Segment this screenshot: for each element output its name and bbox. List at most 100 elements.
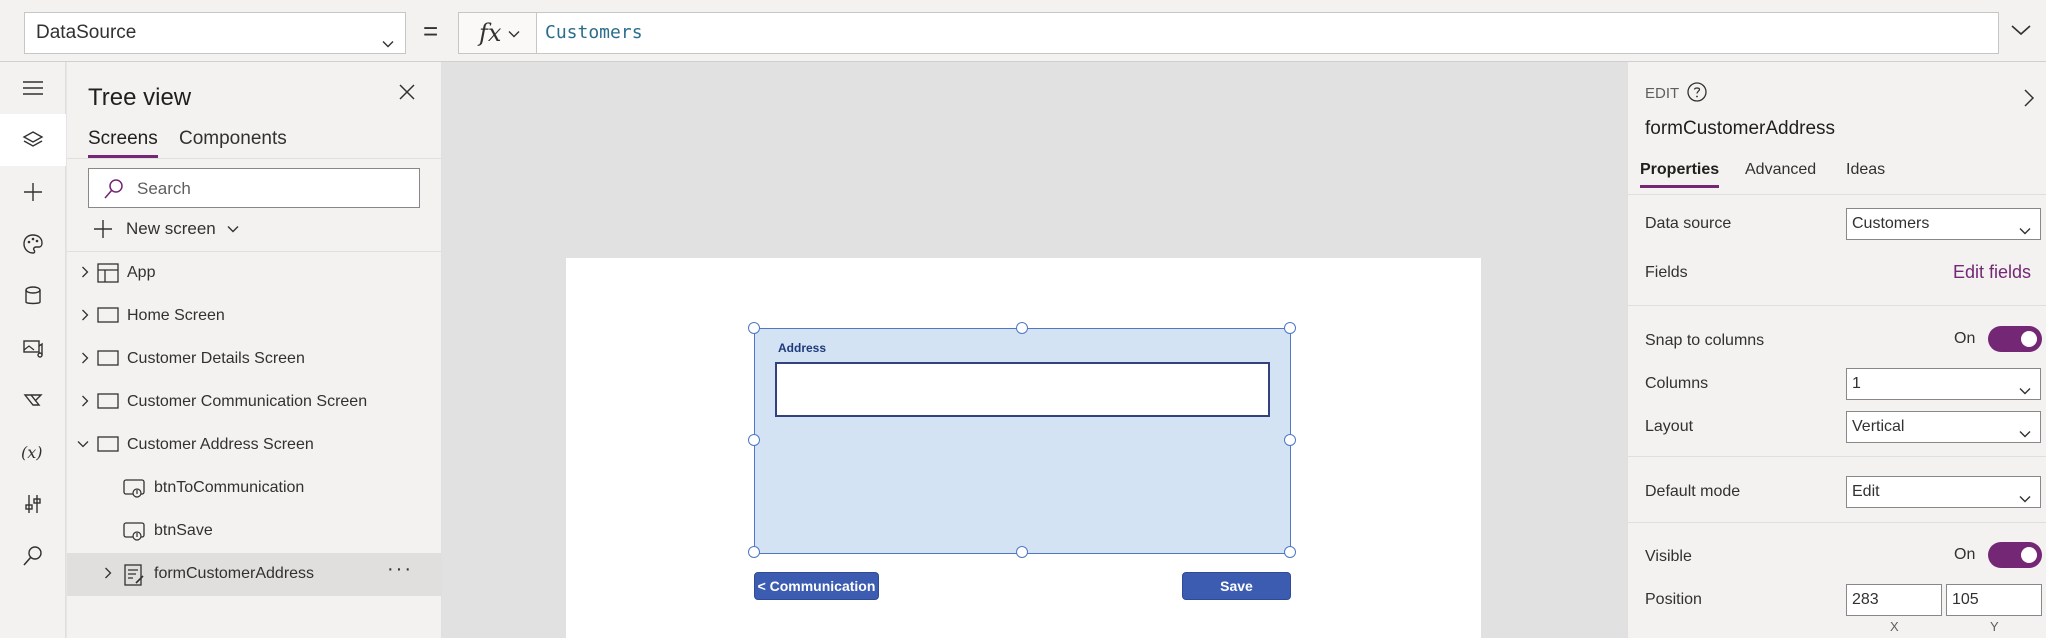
tab-ideas[interactable]: Ideas: [1846, 161, 1885, 185]
tree-item-customer-communication-screen[interactable]: Customer Communication Screen: [67, 381, 442, 424]
divider: [67, 158, 442, 159]
theme-button[interactable]: [0, 218, 66, 270]
menu-button[interactable]: [0, 62, 66, 114]
screen-icon: [97, 306, 119, 329]
function-button[interactable]: fx: [458, 12, 536, 54]
default-mode-value: Edit: [1852, 483, 1880, 500]
data-source-select[interactable]: Customers: [1846, 208, 2041, 240]
toggle-knob: [2021, 331, 2037, 347]
button-control-icon: [123, 478, 145, 505]
search-input[interactable]: [137, 176, 407, 202]
edit-fields-link[interactable]: Edit fields: [1953, 262, 2031, 283]
formula-bar: DataSource = fx Customers: [0, 0, 2046, 62]
chevron-down-icon: [2018, 379, 2032, 409]
property-selector-value: DataSource: [36, 22, 137, 43]
help-icon[interactable]: [1686, 81, 1708, 108]
fx-icon: fx: [479, 19, 502, 47]
resize-handle[interactable]: [748, 434, 760, 446]
divider: [1628, 522, 2046, 523]
plus-icon: [24, 183, 42, 201]
default-mode-select[interactable]: Edit: [1846, 476, 2041, 508]
search-button[interactable]: [0, 530, 66, 582]
tab-screens[interactable]: Screens: [88, 128, 158, 158]
save-button[interactable]: Save: [1182, 572, 1291, 600]
button-control-icon: [123, 521, 145, 548]
property-selector[interactable]: DataSource: [24, 12, 406, 54]
chevron-down-icon: [507, 27, 521, 46]
columns-select[interactable]: 1: [1846, 368, 2041, 400]
resize-handle[interactable]: [1284, 322, 1296, 334]
default-mode-label: Default mode: [1645, 483, 1741, 500]
chevron-down-icon[interactable]: [76, 437, 90, 456]
data-button[interactable]: [0, 270, 66, 322]
chevron-right-icon[interactable]: [78, 351, 92, 370]
snap-to-columns-toggle[interactable]: [1988, 326, 2042, 352]
position-label: Position: [1645, 591, 1702, 608]
resize-handle[interactable]: [1016, 546, 1028, 558]
screen-icon: [97, 349, 119, 372]
address-label: Address: [778, 341, 827, 355]
advanced-tools-button[interactable]: [0, 478, 66, 530]
visible-toggle[interactable]: [1988, 542, 2042, 568]
new-screen-button[interactable]: New screen: [92, 214, 240, 244]
chevron-right-icon[interactable]: [2021, 88, 2037, 113]
tab-properties[interactable]: Properties: [1640, 161, 1720, 188]
left-rail: (x): [0, 62, 66, 638]
tree-view-title: Tree view: [88, 84, 192, 111]
media-button[interactable]: [0, 322, 66, 374]
resize-handle[interactable]: [748, 322, 760, 334]
resize-handle[interactable]: [1016, 322, 1028, 334]
formula-input[interactable]: Customers: [536, 12, 1999, 54]
more-options-icon[interactable]: ···: [387, 558, 413, 581]
palette-icon: [23, 234, 43, 254]
tree-item-home-screen[interactable]: Home Screen: [67, 295, 442, 338]
tree-search-box[interactable]: [88, 168, 420, 208]
app-icon: [97, 263, 119, 288]
svg-text:(x): (x): [21, 443, 43, 462]
data-source-label: Data source: [1645, 215, 1732, 232]
position-x-input[interactable]: 283: [1846, 584, 1942, 616]
layout-label: Layout: [1645, 418, 1694, 435]
tab-advanced[interactable]: Advanced: [1745, 161, 1816, 185]
tab-components[interactable]: Components: [179, 128, 287, 155]
chevron-right-icon[interactable]: [78, 265, 92, 284]
power-automate-button[interactable]: [0, 374, 66, 426]
tree-item-label: btnToCommunication: [154, 479, 305, 496]
tree-item-form-customer-address[interactable]: formCustomerAddress ···: [67, 553, 442, 596]
chevron-down-icon: [2018, 487, 2032, 517]
chevron-right-icon[interactable]: [101, 566, 115, 585]
tree-view-button[interactable]: [0, 114, 66, 166]
chevron-down-icon: [381, 26, 395, 66]
columns-label: Columns: [1645, 375, 1709, 392]
expand-formula-icon[interactable]: [2010, 22, 2032, 43]
tree-item-btn-to-communication[interactable]: btnToCommunication: [67, 467, 442, 510]
chevron-right-icon[interactable]: [78, 308, 92, 327]
resize-handle[interactable]: [1284, 434, 1296, 446]
tree-item-label: Customer Communication Screen: [127, 393, 368, 410]
layout-select[interactable]: Vertical: [1846, 411, 2041, 443]
data-source-value: Customers: [1852, 215, 1930, 232]
tree-item-label: Customer Details Screen: [127, 350, 305, 367]
tree-item-customer-address-screen[interactable]: Customer Address Screen: [67, 424, 442, 467]
screen-icon: [97, 435, 119, 458]
variables-button[interactable]: (x): [0, 426, 66, 478]
tree-item-btn-save[interactable]: btnSave: [67, 510, 442, 553]
address-input[interactable]: [775, 362, 1270, 417]
divider: [1628, 305, 2046, 306]
chevron-down-icon: [2018, 219, 2032, 249]
layers-icon: [22, 131, 44, 147]
resize-handle[interactable]: [748, 546, 760, 558]
position-y-input[interactable]: 105: [1946, 584, 2042, 616]
properties-pane: EDIT formCustomerAddress Properties Adva…: [1627, 62, 2046, 638]
chevron-right-icon[interactable]: [78, 394, 92, 413]
form-customer-address[interactable]: Address: [754, 328, 1291, 554]
power-automate-icon: [23, 394, 43, 406]
communication-button[interactable]: < Communication: [754, 572, 879, 600]
tree-item-customer-details-screen[interactable]: Customer Details Screen: [67, 338, 442, 381]
resize-handle[interactable]: [1284, 546, 1296, 558]
position-x-caption: X: [1890, 619, 1899, 634]
insert-button[interactable]: [0, 166, 66, 218]
tree-item-app[interactable]: App: [67, 252, 442, 295]
visible-state: On: [1954, 546, 1976, 563]
close-icon[interactable]: [397, 82, 417, 107]
